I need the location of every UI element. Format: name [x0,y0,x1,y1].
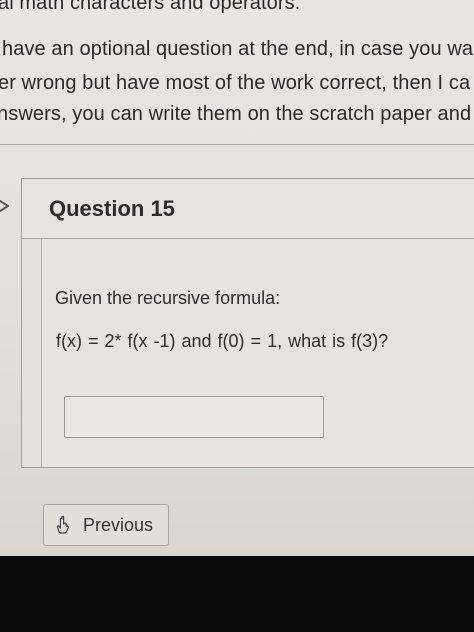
question-body: Given the recursive formula: f(x) = 2* f… [41,239,474,467]
answer-input[interactable] [64,396,324,438]
instructions-line-2: have an optional question at the end, in… [2,38,474,60]
question-card: Question 15 Given the recursive formula:… [21,178,474,468]
instructions-line-4: nswers, you can write them on the scratc… [0,103,472,125]
question-formula: f(x) = 2* f(x -1) and f(0) = 1, what is … [56,331,389,351]
question-prompt: Given the recursive formula: [55,288,281,308]
question-header: Question 15 [22,179,474,239]
section-divider [0,144,474,145]
instructions-line-3: er wrong but have most of the work corre… [0,72,471,94]
instructions-line-1: al math characters and operators. [0,0,301,14]
screen-bezel [0,556,474,632]
question-title: Question 15 [49,196,175,221]
previous-button[interactable]: Previous [43,504,169,546]
pointer-hand-icon [56,515,69,534]
chevron-right-icon[interactable] [0,196,14,216]
quiz-page: al math characters and operators. have a… [0,0,474,560]
previous-button-label: Previous [83,514,154,535]
